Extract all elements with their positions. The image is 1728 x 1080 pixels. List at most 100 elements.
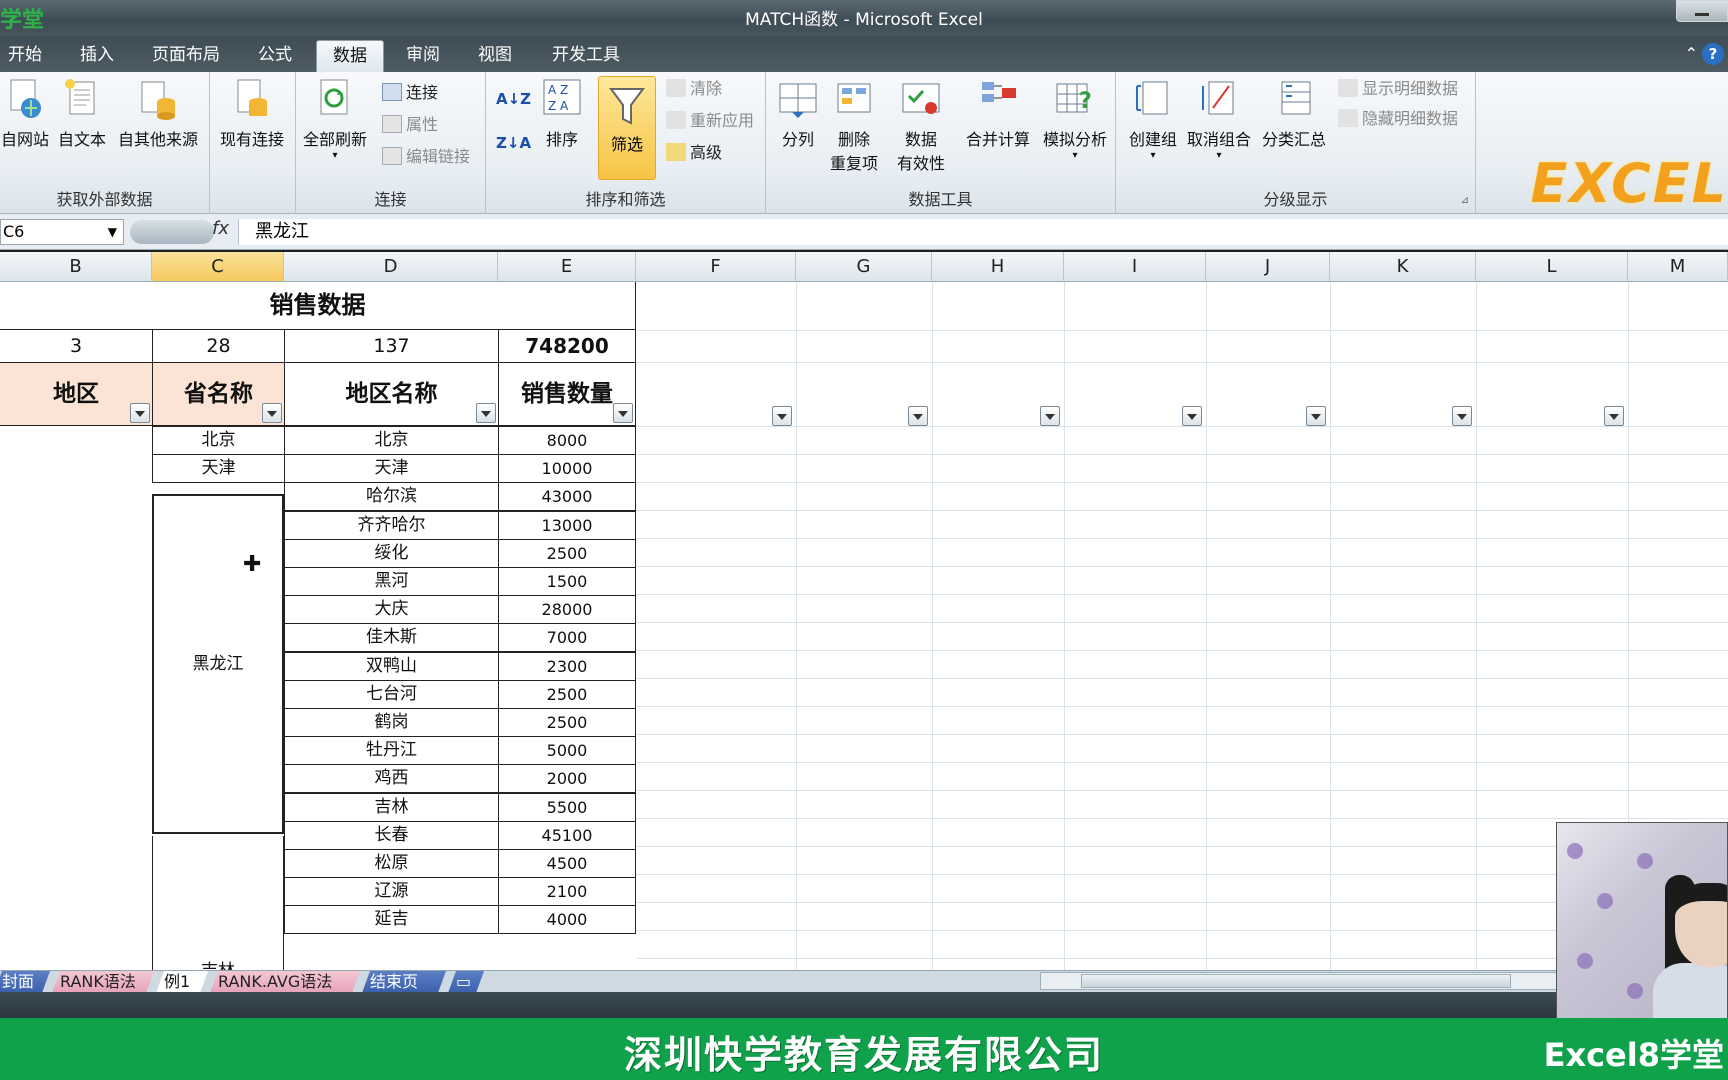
column-header-j[interactable]: J — [1206, 252, 1330, 282]
refresh-all-dropdown-icon[interactable]: ▾ — [300, 150, 370, 161]
existing-connections-button[interactable]: 现有连接 — [212, 78, 292, 150]
from-web-button[interactable]: 自网站 — [0, 78, 50, 150]
sales-qty-cell[interactable]: 2500 — [498, 680, 636, 709]
insert-sheet-icon[interactable]: ▭ — [448, 971, 484, 993]
sales-qty-cell[interactable]: 43000 — [498, 482, 636, 511]
province-cell-heilongjiang[interactable]: 黑龙江 — [152, 494, 284, 834]
column-header-d[interactable]: D — [284, 252, 498, 282]
province-cell-jilin[interactable]: 吉林 — [152, 836, 284, 970]
text-to-columns-button[interactable]: 分列 — [776, 78, 820, 150]
from-other-sources-button[interactable]: 自其他来源 — [114, 78, 202, 150]
header-region[interactable]: 地区 — [0, 362, 153, 426]
region-name-cell[interactable]: 鸡西 — [284, 764, 499, 793]
sort-button[interactable]: A Z Z A 排序 — [532, 78, 592, 150]
filter-dropdown-icon[interactable] — [262, 403, 282, 423]
tab-page-layout[interactable]: 页面布局 — [146, 40, 226, 72]
region-name-cell[interactable]: 双鸭山 — [284, 652, 499, 681]
from-text-button[interactable]: 自文本 — [54, 78, 110, 150]
column-header-e[interactable]: E — [498, 252, 636, 282]
filter-dropdown-icon[interactable] — [1040, 406, 1060, 426]
sheet-tab-rank-syntax[interactable]: RANK语法 — [52, 971, 154, 993]
data-validation-button[interactable]: 数据 有效性 — [886, 78, 956, 174]
sheet-tab-end-page[interactable]: 结束页 — [362, 971, 446, 993]
sales-qty-cell[interactable]: 13000 — [498, 511, 636, 540]
province-cell[interactable]: 天津 — [152, 454, 285, 483]
sales-qty-cell[interactable]: 28000 — [498, 595, 636, 624]
name-box[interactable]: C6 ▼ — [0, 219, 124, 245]
refresh-all-button[interactable]: 全部刷新 ▾ — [300, 78, 370, 161]
column-header-m[interactable]: M — [1628, 252, 1728, 282]
sales-qty-cell[interactable]: 5000 — [498, 736, 636, 765]
region-name-cell[interactable]: 齐齐哈尔 — [284, 511, 499, 540]
minimize-button[interactable] — [1676, 0, 1728, 22]
filter-button[interactable]: 筛选 — [598, 76, 656, 180]
filter-dropdown-icon[interactable] — [1306, 406, 1326, 426]
what-if-analysis-button[interactable]: ? 模拟分析 ▾ — [1038, 78, 1112, 161]
scrollbar-thumb[interactable] — [1081, 974, 1511, 988]
tab-view[interactable]: 视图 — [472, 40, 518, 72]
sales-qty-cell[interactable]: 4000 — [498, 905, 636, 934]
filter-dropdown-icon[interactable] — [772, 406, 792, 426]
sheet-tab-rank-avg-syntax[interactable]: RANK.AVG语法 — [210, 971, 360, 993]
sales-qty-cell[interactable]: 2500 — [498, 539, 636, 568]
sales-qty-cell[interactable]: 2500 — [498, 708, 636, 737]
count-cell-c[interactable]: 28 — [152, 329, 285, 363]
sales-qty-cell[interactable]: 1500 — [498, 567, 636, 596]
group-button[interactable]: 创建组 ▾ — [1126, 78, 1180, 161]
sort-ascending-icon[interactable]: A↓Z — [496, 90, 531, 108]
count-cell-b[interactable]: 3 — [0, 329, 153, 363]
tab-home[interactable]: 开始 — [0, 40, 50, 72]
ungroup-dropdown-icon[interactable]: ▾ — [1184, 150, 1254, 161]
region-name-cell[interactable]: 哈尔滨 — [284, 482, 499, 511]
region-name-cell[interactable]: 延吉 — [284, 905, 499, 934]
horizontal-scrollbar[interactable] — [1040, 972, 1560, 990]
formula-bar-splitter[interactable] — [130, 220, 214, 244]
province-cell[interactable]: 北京 — [152, 426, 285, 455]
filter-dropdown-icon[interactable] — [476, 403, 496, 423]
sheet-tab-cover[interactable]: 封面 — [0, 971, 50, 993]
region-name-cell[interactable]: 北京 — [284, 426, 499, 455]
header-region-name[interactable]: 地区名称 — [284, 362, 499, 426]
total-cell-e[interactable]: 748200 — [498, 329, 636, 363]
tab-data[interactable]: 数据 — [316, 40, 384, 72]
connections-button[interactable]: 连接 — [382, 80, 438, 106]
region-name-cell[interactable]: 吉林 — [284, 793, 499, 822]
advanced-filter-button[interactable]: 高级 — [666, 140, 722, 166]
tab-formulas[interactable]: 公式 — [252, 40, 298, 72]
clear-filter-button[interactable]: 清除 — [666, 76, 722, 102]
count-cell-d[interactable]: 137 — [284, 329, 499, 363]
name-box-dropdown-icon[interactable]: ▼ — [108, 220, 117, 244]
remove-duplicates-button[interactable]: 删除 重复项 — [826, 78, 882, 174]
group-dropdown-icon[interactable]: ▾ — [1126, 150, 1180, 161]
region-name-cell[interactable]: 天津 — [284, 454, 499, 483]
sheet-tab-example1[interactable]: 例1 — [156, 971, 208, 993]
column-header-c[interactable]: C — [152, 252, 284, 282]
region-name-cell[interactable]: 佳木斯 — [284, 623, 499, 652]
region-name-cell[interactable]: 牡丹江 — [284, 736, 499, 765]
region-name-cell[interactable]: 绥化 — [284, 539, 499, 568]
sales-qty-cell[interactable]: 7000 — [498, 623, 636, 652]
column-header-l[interactable]: L — [1476, 252, 1628, 282]
worksheet-grid[interactable]: B C D E F G H I J K L M 销售数据 3 28 137 74… — [0, 252, 1728, 970]
dialog-launcher-icon[interactable]: ⊿ — [1461, 195, 1469, 206]
reapply-button[interactable]: 重新应用 — [666, 108, 754, 134]
column-header-i[interactable]: I — [1064, 252, 1206, 282]
header-province[interactable]: 省名称 — [152, 362, 285, 426]
region-name-cell[interactable]: 七台河 — [284, 680, 499, 709]
sheet-title[interactable]: 销售数据 — [0, 282, 636, 330]
sales-qty-cell[interactable]: 2100 — [498, 877, 636, 906]
sort-descending-icon[interactable]: Z↓A — [496, 134, 531, 152]
filter-dropdown-icon[interactable] — [908, 406, 928, 426]
region-name-cell[interactable]: 黑河 — [284, 567, 499, 596]
edit-links-button[interactable]: 编辑链接 — [382, 144, 470, 170]
region-name-cell[interactable]: 大庆 — [284, 595, 499, 624]
sales-qty-cell[interactable]: 4500 — [498, 849, 636, 878]
show-detail-button[interactable]: 显示明细数据 — [1338, 76, 1458, 102]
ungroup-button[interactable]: 取消组合 ▾ — [1184, 78, 1254, 161]
filter-dropdown-icon[interactable] — [1452, 406, 1472, 426]
tab-developer[interactable]: 开发工具 — [546, 40, 626, 72]
formula-input[interactable]: 黑龙江 — [238, 219, 1728, 245]
sales-qty-cell[interactable]: 2300 — [498, 652, 636, 681]
region-name-cell[interactable]: 松原 — [284, 849, 499, 878]
insert-function-icon[interactable]: fx — [212, 218, 229, 239]
